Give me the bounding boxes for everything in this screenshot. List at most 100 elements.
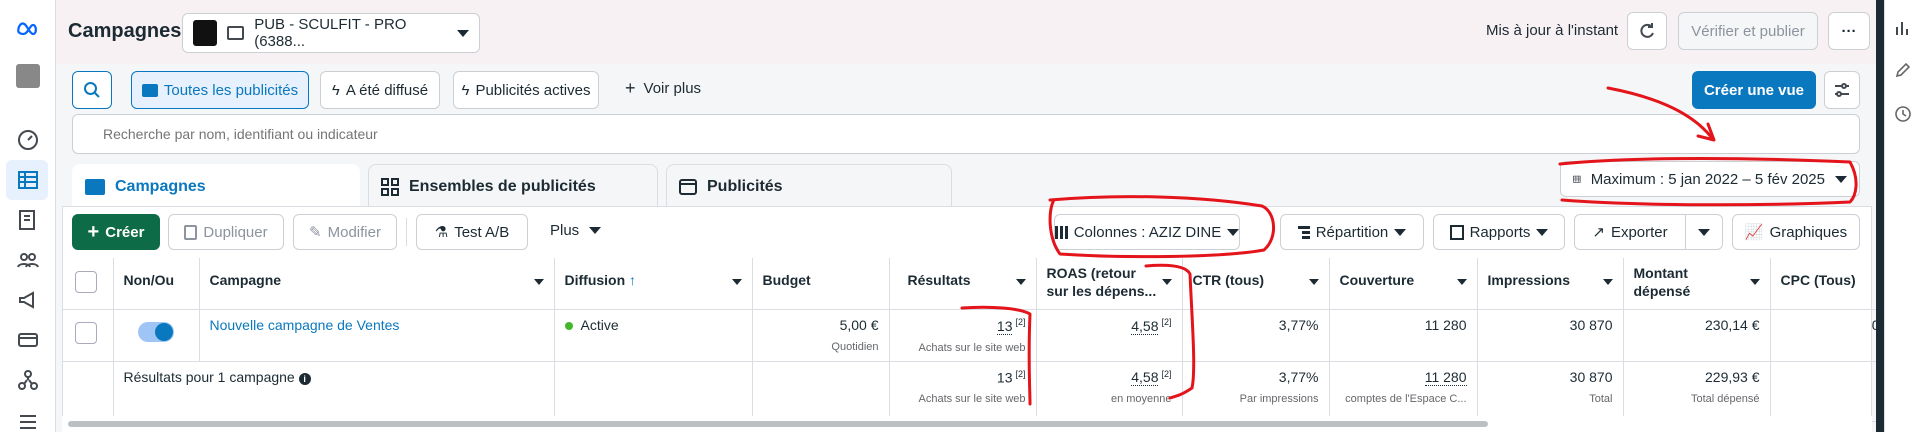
- duplicate-button[interactable]: Dupliquer: [168, 214, 284, 250]
- chevron-down-icon[interactable]: [1161, 279, 1172, 285]
- horizontal-scrollbar[interactable]: [68, 421, 1488, 427]
- charts-button[interactable]: 📈 Graphiques: [1732, 214, 1860, 250]
- col-toggle[interactable]: Non/Ou: [113, 258, 200, 310]
- chevron-down-icon[interactable]: [1602, 279, 1613, 285]
- chevron-down-icon[interactable]: [1749, 279, 1760, 285]
- panel-divider: [1876, 0, 1884, 432]
- account-selector[interactable]: PUB - SCULFIT - PRO (6388...: [182, 13, 480, 53]
- breakdown-button[interactable]: Répartition: [1280, 214, 1424, 250]
- calendar-icon: [1573, 175, 1581, 183]
- tab-ads[interactable]: Publicités: [666, 164, 952, 208]
- gauge-icon[interactable]: [14, 126, 42, 154]
- update-status: Mis à jour à l'instant: [1486, 22, 1619, 39]
- right-side-panel: [1884, 0, 1920, 432]
- meta-logo-icon[interactable]: [14, 14, 42, 42]
- view-settings-button[interactable]: [1824, 71, 1860, 109]
- tab-adsets[interactable]: Ensembles de publicités: [368, 164, 658, 208]
- edit-button[interactable]: ✎ Modifier: [293, 214, 397, 250]
- roas-value[interactable]: 4,58: [1131, 317, 1159, 335]
- summary-delivery-cell: [554, 361, 753, 422]
- ab-test-label: Test A/B: [454, 223, 510, 241]
- search-button[interactable]: [72, 71, 112, 109]
- results-value[interactable]: 13: [996, 317, 1013, 335]
- bar-chart-icon[interactable]: [1893, 18, 1913, 38]
- summary-results-cell: 13 [2] Achats sur le site web: [889, 361, 1037, 422]
- columns-label: Colonnes : AZIZ DINE: [1073, 223, 1222, 241]
- summary-roas-note: [2]: [1161, 368, 1172, 379]
- chevron-down-icon[interactable]: [1015, 279, 1026, 285]
- chevron-down-icon[interactable]: [731, 279, 742, 285]
- audience-icon[interactable]: [14, 246, 42, 274]
- refresh-button[interactable]: [1627, 12, 1667, 50]
- plus-icon: +: [87, 221, 100, 243]
- col-delivery[interactable]: Diffusion ↑: [554, 258, 753, 310]
- col-roas[interactable]: ROAS (retour sur les dépens...: [1036, 258, 1183, 310]
- summary-reach-value[interactable]: 11 280: [1424, 368, 1467, 386]
- more-actions-button[interactable]: Plus: [550, 222, 602, 239]
- page-title: Campagnes: [68, 20, 182, 42]
- pencil-icon[interactable]: [1893, 60, 1913, 80]
- table-icon[interactable]: [14, 166, 42, 194]
- network-icon[interactable]: [14, 366, 42, 394]
- col-budget[interactable]: Budget: [752, 258, 890, 310]
- filter-all-ads[interactable]: Toutes les publicités: [131, 71, 309, 109]
- summary-impressions-cell: 30 870 Total: [1477, 361, 1624, 422]
- chevron-down-icon[interactable]: [1456, 279, 1467, 285]
- menu-icon[interactable]: [14, 408, 42, 432]
- table-row[interactable]: Nouvelle campagne de Ventes Active 5,00 …: [63, 309, 1891, 362]
- account-avatar[interactable]: [14, 62, 42, 90]
- col-ctr-label: CTR (tous): [1192, 272, 1265, 288]
- summary-results-note: [2]: [1015, 368, 1026, 379]
- chevron-down-icon[interactable]: [533, 279, 544, 285]
- reports-button[interactable]: Rapports: [1433, 214, 1565, 250]
- col-impressions-label: Impressions: [1487, 272, 1570, 288]
- left-navigation: [0, 0, 56, 432]
- results-type: Achats sur le site web: [918, 341, 1026, 354]
- col-results[interactable]: Résultats: [889, 258, 1037, 310]
- summary-roas-value[interactable]: 4,58: [1131, 369, 1159, 387]
- select-all-checkbox[interactable]: [75, 271, 97, 293]
- info-icon[interactable]: i: [298, 372, 311, 385]
- campaign-name-link[interactable]: Nouvelle campagne de Ventes: [199, 309, 555, 362]
- see-more-filters[interactable]: + Voir plus: [625, 79, 701, 97]
- export-options-button[interactable]: [1685, 214, 1723, 250]
- columns-button[interactable]: Colonnes : AZIZ DINE: [1054, 214, 1240, 250]
- col-impressions[interactable]: Impressions: [1477, 258, 1624, 310]
- export-button[interactable]: ↗ Exporter: [1574, 214, 1686, 250]
- campaign-toggle[interactable]: [138, 322, 174, 342]
- row-checkbox[interactable]: [75, 322, 97, 344]
- reports-icon: [1449, 224, 1464, 240]
- date-range-selector[interactable]: Maximum : 5 jan 2022 – 5 fév 2025: [1560, 161, 1860, 197]
- active-status-dot: [564, 322, 573, 330]
- search-input[interactable]: [72, 114, 1860, 154]
- col-campaign[interactable]: Campagne: [199, 258, 555, 310]
- col-ctr[interactable]: CTR (tous): [1182, 258, 1330, 310]
- col-spent[interactable]: Montant dépensé: [1623, 258, 1771, 310]
- create-button[interactable]: + Créer: [72, 214, 160, 250]
- filter-all-ads-label: Toutes les publicités: [163, 81, 299, 99]
- pages-icon[interactable]: [14, 206, 42, 234]
- spent-cell: 230,14 €: [1623, 309, 1771, 362]
- summary-results-type: Achats sur le site web: [918, 393, 1026, 406]
- col-reach[interactable]: Couverture: [1329, 258, 1478, 310]
- budget-type: Quotidien: [831, 341, 879, 353]
- reports-label: Rapports: [1469, 223, 1531, 241]
- more-options-button[interactable]: ···: [1828, 12, 1870, 50]
- col-cpc[interactable]: CPC (Tous): [1770, 258, 1891, 310]
- account-logo: [193, 20, 218, 46]
- review-publish-button[interactable]: Vérifier et publier: [1678, 12, 1818, 50]
- sort-arrow-up-icon: ↑: [629, 272, 637, 288]
- col-toggle-label: Non/Ou: [123, 272, 175, 288]
- create-view-button[interactable]: Créer une vue: [1692, 71, 1816, 109]
- history-clock-icon[interactable]: [1893, 104, 1913, 124]
- budget-cell: 5,00 € Quotidien: [752, 309, 890, 362]
- chevron-down-icon[interactable]: [1308, 279, 1319, 285]
- ab-test-button[interactable]: ⚗ Test A/B: [416, 214, 528, 250]
- sliders-icon: [1835, 83, 1849, 97]
- megaphone-icon[interactable]: [14, 286, 42, 314]
- filter-active-ads[interactable]: ϟ Publicités actives: [453, 71, 599, 109]
- billing-card-icon[interactable]: [14, 326, 42, 354]
- summary-empty-cell: [63, 361, 114, 422]
- tab-campaigns[interactable]: Campagnes: [72, 164, 360, 208]
- filter-was-delivered[interactable]: ϟ A été diffusé: [320, 71, 440, 109]
